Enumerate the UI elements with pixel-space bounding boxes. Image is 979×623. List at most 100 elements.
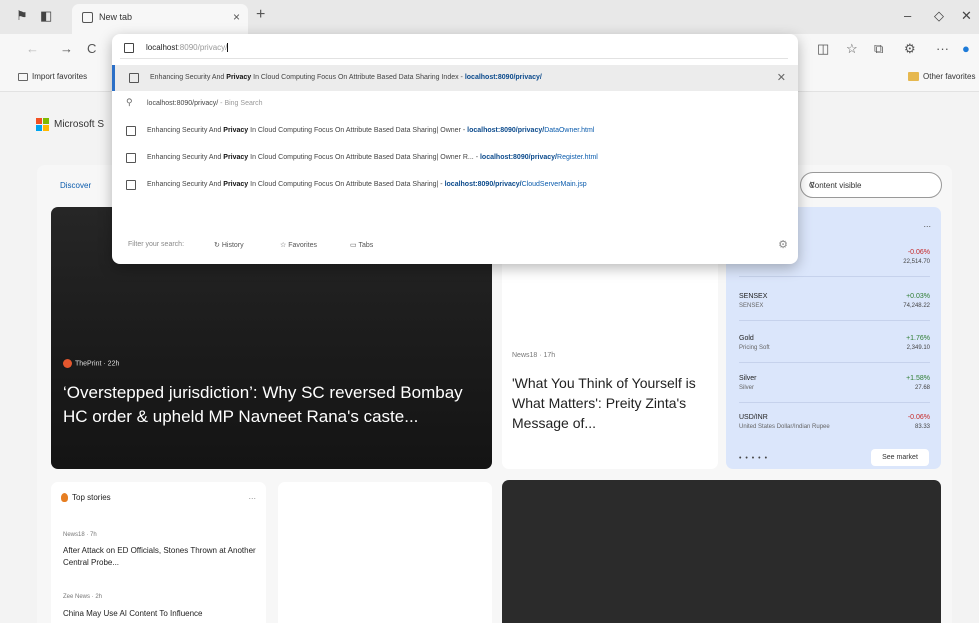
suggestion-item[interactable]: Enhancing Security And Privacy In Cloud …	[112, 145, 798, 171]
filter-favorites-button[interactable]: ☆ Favorites	[280, 241, 317, 249]
search-filter-row: Filter your search: ↻ History ☆ Favorite…	[128, 237, 788, 255]
suggestion-item[interactable]: Enhancing Security And Privacy In Cloud …	[112, 65, 798, 91]
market-sub: Pricing Soft	[739, 345, 770, 351]
extensions-icon[interactable]: ⚙	[904, 41, 916, 57]
collections-icon[interactable]: ⧉	[874, 41, 883, 57]
story-source: News18 · 7h	[63, 532, 97, 538]
import-favorites-link[interactable]: Import favorites	[18, 72, 87, 81]
brand-label: Microsoft S	[54, 119, 105, 130]
market-change: +0.03%	[906, 293, 930, 300]
suggestion-item[interactable]: ⚲ localhost:8090/privacy/ - Bing Search	[112, 91, 798, 117]
hero-source: ThePrint · 22h	[63, 359, 119, 368]
tab-close-icon[interactable]: ×	[233, 10, 240, 24]
flame-icon	[61, 493, 68, 503]
page-icon	[124, 43, 134, 53]
market-name: Gold	[739, 335, 754, 342]
hero-headline[interactable]: ‘Overstepped jurisdiction’: Why SC rever…	[63, 381, 488, 429]
market-more-button[interactable]: ...	[923, 219, 931, 229]
market-row[interactable]: SENSEX SENSEX +0.03% 74,248.22	[739, 287, 930, 321]
card-source: News18 · 17h	[512, 352, 556, 359]
tab-actions-icon[interactable]: ◧	[40, 9, 52, 23]
new-tab-page-icon	[82, 12, 93, 23]
tab-discover[interactable]: Discover	[60, 181, 91, 190]
page-icon	[126, 153, 136, 163]
address-suggestions-dropdown: localhost:8090/privacy/ Enhancing Securi…	[112, 34, 798, 264]
other-favorites-label: Other favorites	[923, 72, 976, 81]
search-icon: ⚲	[126, 97, 133, 107]
top-stories-more-button[interactable]: ...	[248, 491, 256, 501]
market-name: USD/INR	[739, 414, 768, 421]
chevron-down-icon: ∨	[809, 179, 816, 189]
carousel-dots[interactable]: • • • • •	[739, 455, 768, 462]
market-value: 2,349.10	[906, 345, 930, 351]
market-value: 22,514.70	[903, 259, 930, 265]
minimize-button[interactable]: –	[904, 8, 911, 23]
page-icon	[126, 126, 136, 136]
market-name: SENSEX	[739, 293, 768, 300]
other-favorites-folder[interactable]: Other favorites	[908, 72, 976, 82]
market-row[interactable]: Gold Pricing Soft +1.76% 2,349.10	[739, 329, 930, 363]
top-stories-card: Top stories ... News18 · 7h After Attack…	[51, 482, 266, 623]
tab-new-tab[interactable]: New tab ×	[72, 4, 248, 34]
suggestion-text: Enhancing Security And Privacy In Cloud …	[147, 127, 595, 134]
remove-suggestion-icon[interactable]: ✕	[777, 71, 786, 84]
import-icon	[18, 72, 28, 81]
address-typed: localhost	[146, 43, 178, 52]
page-icon	[129, 73, 139, 83]
tabs-icon: ▭	[350, 242, 357, 249]
history-icon: ↻	[214, 242, 220, 249]
suggestion-text: localhost:8090/privacy/ - Bing Search	[147, 100, 263, 107]
see-market-button[interactable]: See market	[871, 449, 929, 466]
refresh-button[interactable]: C	[87, 41, 96, 56]
news-image-card[interactable]	[502, 480, 941, 623]
news-card[interactable]: News18 · 17h 'What You Think of Yourself…	[502, 240, 718, 469]
back-button[interactable]: ←	[26, 41, 39, 56]
market-sub: Silver	[739, 385, 755, 391]
market-sub: United States Dollar/Indian Rupee	[739, 424, 830, 430]
market-change: +1.76%	[906, 335, 930, 342]
top-stories-label: Top stories	[72, 493, 111, 502]
settings-more-icon[interactable]: ···	[936, 41, 949, 56]
favorite-star-icon[interactable]: ☆	[846, 41, 858, 57]
filter-tabs-button[interactable]: ▭ Tabs	[350, 241, 373, 249]
top-stories-title: Top stories	[61, 493, 111, 503]
copilot-icon[interactable]: ●	[962, 41, 970, 56]
content-visible-dropdown[interactable]: Content visible ∨	[800, 172, 942, 198]
market-sub: SENSEX	[739, 303, 764, 309]
gear-icon[interactable]: ⚙	[778, 238, 788, 251]
page-icon	[126, 180, 136, 190]
market-change: -0.06%	[907, 414, 930, 421]
suggestion-item[interactable]: Enhancing Security And Privacy In Cloud …	[112, 172, 798, 198]
suggestion-text: Enhancing Security And Privacy In Cloud …	[150, 74, 542, 81]
maximize-button[interactable]: ◇	[934, 8, 944, 24]
publisher-icon	[63, 359, 72, 368]
microsoft-logo-icon	[36, 118, 49, 131]
market-change: -0.06%	[907, 249, 930, 256]
story-title[interactable]: After Attack on ED Officials, Stones Thr…	[63, 545, 258, 569]
close-window-button[interactable]: ✕	[961, 8, 972, 24]
new-tab-button[interactable]: +	[256, 6, 265, 24]
story-title[interactable]: China May Use AI Content To Influence	[63, 608, 258, 620]
market-value: 27.68	[914, 385, 930, 391]
market-value: 83.33	[914, 424, 930, 430]
split-screen-icon[interactable]: ◫	[817, 41, 829, 57]
card-headline[interactable]: 'What You Think of Yourself is What Matt…	[512, 373, 712, 433]
forward-button[interactable]: →	[60, 41, 73, 56]
market-name: Silver	[739, 375, 757, 382]
folder-icon	[908, 72, 919, 82]
market-row[interactable]: USD/INR United States Dollar/Indian Rupe…	[739, 408, 930, 442]
market-value: 74,248.22	[903, 303, 930, 309]
market-row[interactable]: Silver Silver +1.58% 27.68	[739, 369, 930, 403]
import-favorites-label: Import favorites	[32, 72, 88, 81]
address-text: localhost:8090/privacy/	[146, 43, 229, 53]
address-autocomplete: :8090/privacy/	[177, 43, 228, 52]
empty-card	[278, 482, 492, 623]
address-input[interactable]: localhost:8090/privacy/	[120, 37, 788, 59]
hero-source-label: ThePrint · 22h	[75, 360, 120, 368]
filter-label: Filter your search:	[128, 241, 185, 248]
filter-history-button[interactable]: ↻ History	[214, 241, 244, 249]
suggestion-text: Enhancing Security And Privacy In Cloud …	[147, 181, 587, 188]
suggestion-item[interactable]: Enhancing Security And Privacy In Cloud …	[112, 118, 798, 144]
story-source: Zee News · 2h	[63, 594, 103, 600]
profile-icon[interactable]: ⚑	[16, 9, 28, 23]
